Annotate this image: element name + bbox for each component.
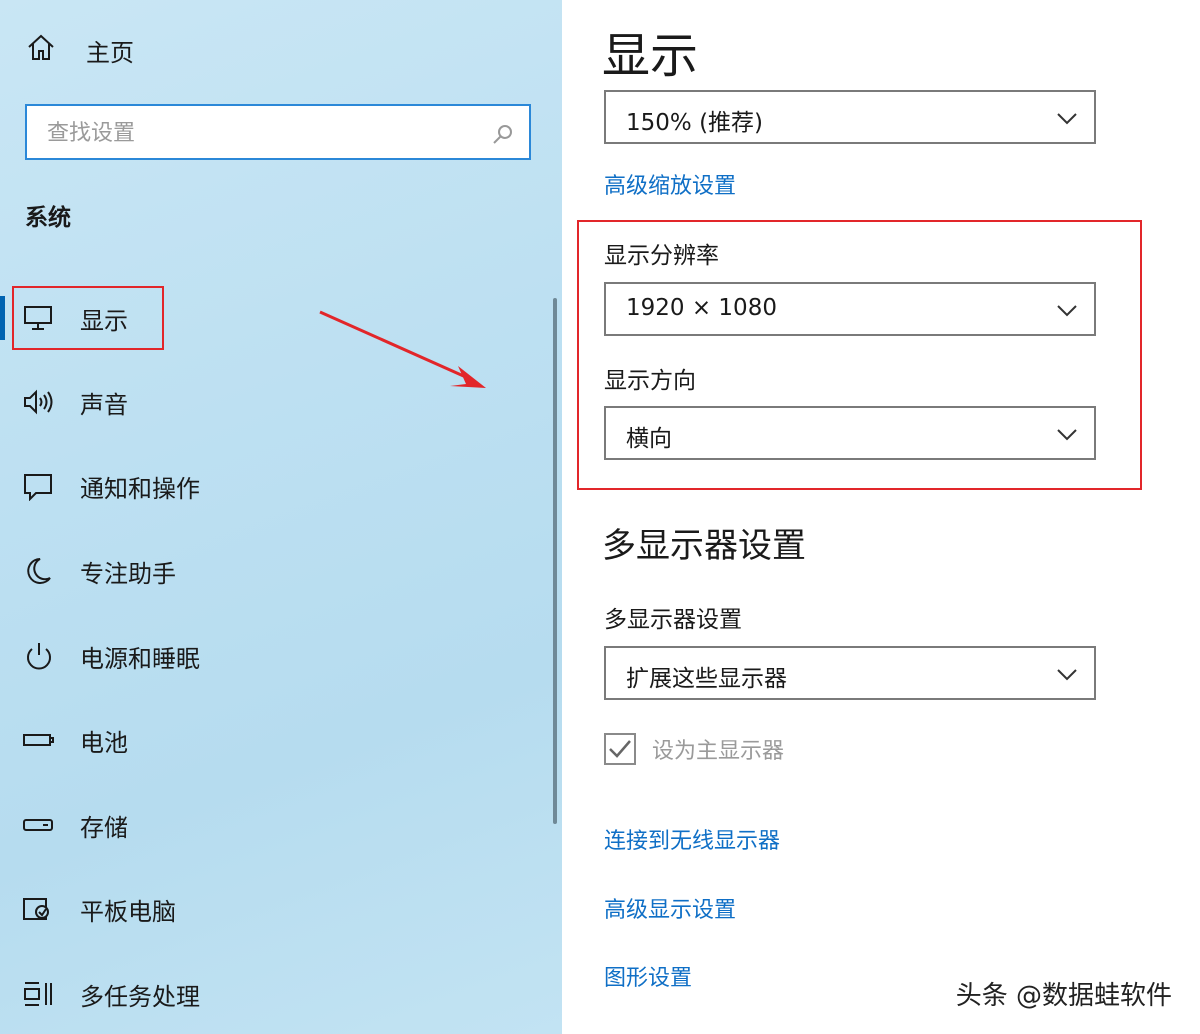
sidebar-item-storage[interactable]: 存储	[0, 795, 540, 855]
orientation-value: 横向	[626, 426, 672, 452]
wireless-display-link[interactable]: 连接到无线显示器	[604, 823, 780, 855]
advanced-scaling-link[interactable]: 高级缩放设置	[604, 168, 736, 200]
sidebar-item-label: 平板电脑	[80, 897, 176, 926]
multi-display-heading: 多显示器设置	[602, 526, 806, 566]
sidebar: 主页 系统 显示 声音	[0, 0, 562, 1034]
sidebar-item-label: 多任务处理	[80, 982, 200, 1011]
speaker-icon	[22, 387, 56, 417]
home-icon	[26, 33, 56, 67]
multitask-icon	[22, 979, 56, 1009]
multi-display-label: 多显示器设置	[604, 607, 742, 633]
make-main-display-label: 设为主显示器	[652, 739, 785, 764]
make-main-display-checkbox[interactable]	[604, 733, 636, 765]
orientation-dropdown[interactable]: 横向	[604, 406, 1096, 460]
checkmark-icon	[609, 740, 631, 758]
moon-icon	[22, 556, 56, 586]
sidebar-item-label: 专注助手	[80, 559, 176, 588]
sidebar-item-label: 电池	[80, 728, 128, 757]
home-nav-item[interactable]: 主页	[26, 30, 134, 70]
sidebar-item-label: 声音	[80, 390, 128, 419]
home-label: 主页	[86, 38, 134, 67]
chevron-down-icon	[1056, 427, 1078, 446]
orientation-label: 显示方向	[604, 368, 696, 394]
make-main-display-row[interactable]: 设为主显示器	[604, 731, 784, 767]
sidebar-item-notifications[interactable]: 通知和操作	[0, 456, 540, 516]
search-box[interactable]	[25, 104, 531, 160]
multi-display-value: 扩展这些显示器	[626, 666, 787, 692]
sidebar-scrollbar[interactable]	[553, 298, 557, 824]
main-panel: 显示 150% (推荐) 高级缩放设置 显示分辨率 1920 × 1080 显示…	[562, 0, 1200, 1034]
tablet-icon	[22, 894, 56, 924]
sidebar-item-focus-assist[interactable]: 专注助手	[0, 541, 540, 601]
monitor-icon	[22, 303, 56, 333]
sidebar-item-multitasking[interactable]: 多任务处理	[0, 964, 540, 1024]
sidebar-item-label: 显示	[80, 306, 128, 335]
chevron-down-icon	[1056, 667, 1078, 686]
search-input[interactable]	[45, 116, 479, 150]
page-title: 显示	[602, 28, 699, 84]
sidebar-item-label: 通知和操作	[80, 474, 200, 503]
resolution-label: 显示分辨率	[604, 243, 719, 269]
sidebar-item-label: 电源和睡眠	[80, 644, 200, 673]
scale-dropdown[interactable]: 150% (推荐)	[604, 90, 1096, 144]
notification-icon	[22, 471, 56, 502]
storage-icon	[22, 810, 56, 840]
chevron-down-icon	[1056, 111, 1078, 130]
power-icon	[22, 641, 56, 671]
section-title: 系统	[25, 205, 71, 231]
active-indicator	[0, 296, 5, 340]
graphics-settings-link[interactable]: 图形设置	[604, 960, 692, 992]
resolution-dropdown[interactable]: 1920 × 1080	[604, 282, 1096, 336]
search-icon[interactable]	[491, 122, 515, 150]
sidebar-item-tablet[interactable]: 平板电脑	[0, 879, 540, 939]
multi-display-dropdown[interactable]: 扩展这些显示器	[604, 646, 1096, 700]
sidebar-item-label: 存储	[80, 813, 128, 842]
chevron-down-icon	[1056, 303, 1078, 322]
sidebar-item-power-sleep[interactable]: 电源和睡眠	[0, 626, 540, 686]
scale-value: 150% (推荐)	[626, 110, 764, 136]
red-arrow-annotation	[319, 310, 486, 388]
watermark: 头条 @数据蛙软件	[955, 981, 1172, 1011]
sidebar-item-battery[interactable]: 电池	[0, 710, 540, 770]
battery-icon	[22, 725, 56, 755]
resolution-value: 1920 × 1080	[626, 295, 777, 321]
advanced-display-link[interactable]: 高级显示设置	[604, 892, 736, 924]
